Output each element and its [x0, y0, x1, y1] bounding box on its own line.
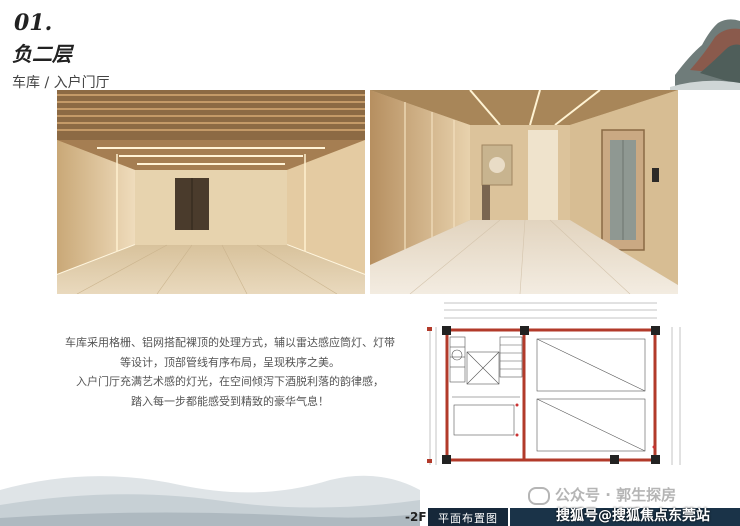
section-subtitle: 车库 / 入户门厅 — [12, 75, 110, 91]
description-line: 踏入每一步都能感受到精致的豪华气息！ — [131, 394, 329, 408]
mountain-decoration — [670, 19, 740, 90]
description-text: 车库采用格栅、铝网搭配裸顶的处理方式，辅以雷达感应筒灯、灯带 等设计，顶部管线有… — [40, 333, 420, 411]
description-line: 等设计，顶部管线有序布局，呈现秩序之美。 — [120, 355, 340, 369]
watermark-sohu: 搜狐号@搜狐焦点东莞站 — [556, 508, 710, 524]
plan-title: 平面布置图 — [438, 512, 498, 525]
wechat-icon — [528, 486, 550, 505]
garage-photo — [57, 90, 365, 294]
description-line: 入户门厅充满艺术感的灯光，在空间倾泻下酒脱利落的韵律感， — [76, 375, 384, 388]
section-title: 负二层 — [12, 42, 72, 66]
watermark-wechat: 公众号 · 郭生探房 — [528, 484, 676, 505]
description-line: 车库采用格栅、铝网搭配裸顶的处理方式，辅以雷达感应筒灯、灯带 — [65, 336, 395, 349]
watermark-wechat-text: 公众号 · 郭生探房 — [555, 486, 677, 504]
floor-label: -2F — [405, 510, 427, 524]
entrance-lobby-photo — [370, 90, 678, 294]
section-number: 01. — [14, 10, 53, 36]
